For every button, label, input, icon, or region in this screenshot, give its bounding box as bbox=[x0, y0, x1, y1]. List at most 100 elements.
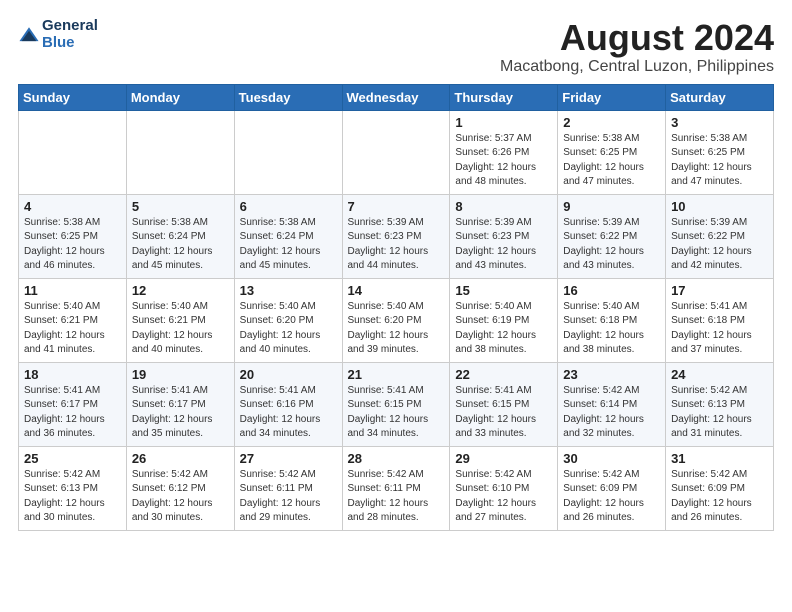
day-info: Sunrise: 5:41 AMSunset: 6:15 PMDaylight:… bbox=[348, 384, 445, 442]
day-number: 22 bbox=[455, 367, 552, 382]
day-info: Sunrise: 5:38 AMSunset: 6:25 PMDaylight:… bbox=[671, 132, 768, 190]
table-row: 8 Sunrise: 5:39 AMSunset: 6:23 PMDaylight… bbox=[450, 194, 558, 278]
day-info: Sunrise: 5:39 AMSunset: 6:23 PMDaylight:… bbox=[455, 216, 552, 274]
logo-general: General bbox=[42, 18, 98, 35]
day-info: Sunrise: 5:38 AMSunset: 6:25 PMDaylight:… bbox=[24, 216, 121, 274]
day-info: Sunrise: 5:41 AMSunset: 6:16 PMDaylight:… bbox=[240, 384, 337, 442]
table-row: 19Sunrise: 5:41 AMSunset: 6:17 PMDayligh… bbox=[126, 362, 234, 446]
day-info: Sunrise: 5:39 AMSunset: 6:22 PMDaylight:… bbox=[563, 216, 660, 274]
day-info: Sunrise: 5:41 AMSunset: 6:15 PMDaylight:… bbox=[455, 384, 552, 442]
day-number: 20 bbox=[240, 367, 337, 382]
table-row: 20 Sunrise: 5:41 AMSunset: 6:16 PMDayligh… bbox=[234, 362, 342, 446]
day-info: Sunrise: 5:39 AMSunset: 6:22 PMDaylight:… bbox=[671, 216, 768, 274]
day-info: Sunrise: 5:40 AMSunset: 6:21 PMDaylight:… bbox=[132, 300, 229, 358]
day-number: 4 bbox=[24, 199, 121, 214]
day-number: 18 bbox=[24, 367, 121, 382]
logo-blue: Blue bbox=[42, 35, 98, 52]
table-row: 16 Sunrise: 5:40 AMSunset: 6:18 PMDayligh… bbox=[558, 278, 666, 362]
day-info: Sunrise: 5:42 AMSunset: 6:09 PMDaylight:… bbox=[563, 468, 660, 526]
day-number: 29 bbox=[455, 451, 552, 466]
col-sunday: Sunday bbox=[19, 84, 127, 110]
table-row bbox=[126, 110, 234, 194]
table-row: 3Sunrise: 5:38 AMSunset: 6:25 PMDaylight… bbox=[666, 110, 774, 194]
table-row: 2Sunrise: 5:38 AMSunset: 6:25 PMDaylight… bbox=[558, 110, 666, 194]
table-row: 23 Sunrise: 5:42 AMSunset: 6:14 PMDayligh… bbox=[558, 362, 666, 446]
table-row: 11 Sunrise: 5:40 AMSunset: 6:21 PMDayligh… bbox=[19, 278, 127, 362]
table-row: 4 Sunrise: 5:38 AMSunset: 6:25 PMDaylight… bbox=[19, 194, 127, 278]
day-info: Sunrise: 5:42 AMSunset: 6:14 PMDaylight:… bbox=[563, 384, 660, 442]
logo-icon bbox=[18, 25, 40, 47]
col-thursday: Thursday bbox=[450, 84, 558, 110]
calendar-title: August 2024 bbox=[500, 18, 774, 58]
day-number: 5 bbox=[132, 199, 229, 214]
title-area: August 2024 Macatbong, Central Luzon, Ph… bbox=[500, 18, 774, 76]
logo-area: General Blue bbox=[18, 18, 98, 51]
day-info: Sunrise: 5:40 AMSunset: 6:21 PMDaylight:… bbox=[24, 300, 121, 358]
page: General Blue August 2024 Macatbong, Cent… bbox=[0, 0, 792, 543]
day-info: Sunrise: 5:42 AMSunset: 6:13 PMDaylight:… bbox=[24, 468, 121, 526]
day-info: Sunrise: 5:42 AMSunset: 6:13 PMDaylight:… bbox=[671, 384, 768, 442]
day-number: 1 bbox=[455, 115, 552, 130]
table-row: 1 Sunrise: 5:37 AMSunset: 6:26 PMDaylight… bbox=[450, 110, 558, 194]
day-number: 27 bbox=[240, 451, 337, 466]
table-row: 12 Sunrise: 5:40 AMSunset: 6:21 PMDayligh… bbox=[126, 278, 234, 362]
table-row: 10 Sunrise: 5:39 AMSunset: 6:22 PMDayligh… bbox=[666, 194, 774, 278]
calendar-table: Sunday Monday Tuesday Wednesday Thursday… bbox=[18, 84, 774, 531]
day-info: Sunrise: 5:42 AMSunset: 6:11 PMDaylight:… bbox=[348, 468, 445, 526]
day-number: 12 bbox=[132, 283, 229, 298]
day-info: Sunrise: 5:37 AMSunset: 6:26 PMDaylight:… bbox=[455, 132, 552, 190]
calendar-week-row: 1 Sunrise: 5:37 AMSunset: 6:26 PMDaylight… bbox=[19, 110, 774, 194]
day-info: Sunrise: 5:40 AMSunset: 6:20 PMDaylight:… bbox=[240, 300, 337, 358]
day-number: 23 bbox=[563, 367, 660, 382]
day-number: 9 bbox=[563, 199, 660, 214]
table-row: 6Sunrise: 5:38 AMSunset: 6:24 PMDaylight… bbox=[234, 194, 342, 278]
day-number: 16 bbox=[563, 283, 660, 298]
table-row: 9 Sunrise: 5:39 AMSunset: 6:22 PMDaylight… bbox=[558, 194, 666, 278]
table-row: 13 Sunrise: 5:40 AMSunset: 6:20 PMDayligh… bbox=[234, 278, 342, 362]
day-info: Sunrise: 5:38 AMSunset: 6:24 PMDaylight:… bbox=[132, 216, 229, 274]
calendar-week-row: 25 Sunrise: 5:42 AMSunset: 6:13 PMDayligh… bbox=[19, 446, 774, 530]
calendar-week-row: 18 Sunrise: 5:41 AMSunset: 6:17 PMDayligh… bbox=[19, 362, 774, 446]
table-row: 22 Sunrise: 5:41 AMSunset: 6:15 PMDayligh… bbox=[450, 362, 558, 446]
table-row: 29Sunrise: 5:42 AMSunset: 6:10 PMDayligh… bbox=[450, 446, 558, 530]
day-info: Sunrise: 5:40 AMSunset: 6:20 PMDaylight:… bbox=[348, 300, 445, 358]
day-number: 6 bbox=[240, 199, 337, 214]
day-info: Sunrise: 5:41 AMSunset: 6:17 PMDaylight:… bbox=[132, 384, 229, 442]
day-info: Sunrise: 5:42 AMSunset: 6:09 PMDaylight:… bbox=[671, 468, 768, 526]
header: General Blue August 2024 Macatbong, Cent… bbox=[18, 18, 774, 76]
day-number: 13 bbox=[240, 283, 337, 298]
day-info: Sunrise: 5:41 AMSunset: 6:17 PMDaylight:… bbox=[24, 384, 121, 442]
table-row bbox=[19, 110, 127, 194]
table-row: 14Sunrise: 5:40 AMSunset: 6:20 PMDayligh… bbox=[342, 278, 450, 362]
day-info: Sunrise: 5:42 AMSunset: 6:12 PMDaylight:… bbox=[132, 468, 229, 526]
calendar-header-row: Sunday Monday Tuesday Wednesday Thursday… bbox=[19, 84, 774, 110]
table-row: 21Sunrise: 5:41 AMSunset: 6:15 PMDayligh… bbox=[342, 362, 450, 446]
calendar-subtitle: Macatbong, Central Luzon, Philippines bbox=[500, 58, 774, 76]
day-info: Sunrise: 5:42 AMSunset: 6:11 PMDaylight:… bbox=[240, 468, 337, 526]
logo-text: General Blue bbox=[42, 18, 98, 51]
col-wednesday: Wednesday bbox=[342, 84, 450, 110]
day-number: 8 bbox=[455, 199, 552, 214]
table-row: 17Sunrise: 5:41 AMSunset: 6:18 PMDayligh… bbox=[666, 278, 774, 362]
day-number: 7 bbox=[348, 199, 445, 214]
table-row: 18 Sunrise: 5:41 AMSunset: 6:17 PMDayligh… bbox=[19, 362, 127, 446]
calendar-week-row: 4 Sunrise: 5:38 AMSunset: 6:25 PMDaylight… bbox=[19, 194, 774, 278]
table-row: 15 Sunrise: 5:40 AMSunset: 6:19 PMDayligh… bbox=[450, 278, 558, 362]
day-number: 25 bbox=[24, 451, 121, 466]
table-row: 31 Sunrise: 5:42 AMSunset: 6:09 PMDayligh… bbox=[666, 446, 774, 530]
day-number: 10 bbox=[671, 199, 768, 214]
day-info: Sunrise: 5:38 AMSunset: 6:25 PMDaylight:… bbox=[563, 132, 660, 190]
day-number: 26 bbox=[132, 451, 229, 466]
table-row: 7Sunrise: 5:39 AMSunset: 6:23 PMDaylight… bbox=[342, 194, 450, 278]
day-info: Sunrise: 5:41 AMSunset: 6:18 PMDaylight:… bbox=[671, 300, 768, 358]
table-row: 28 Sunrise: 5:42 AMSunset: 6:11 PMDayligh… bbox=[342, 446, 450, 530]
day-number: 11 bbox=[24, 283, 121, 298]
day-number: 15 bbox=[455, 283, 552, 298]
col-monday: Monday bbox=[126, 84, 234, 110]
col-tuesday: Tuesday bbox=[234, 84, 342, 110]
day-number: 31 bbox=[671, 451, 768, 466]
day-info: Sunrise: 5:40 AMSunset: 6:19 PMDaylight:… bbox=[455, 300, 552, 358]
day-info: Sunrise: 5:40 AMSunset: 6:18 PMDaylight:… bbox=[563, 300, 660, 358]
day-number: 28 bbox=[348, 451, 445, 466]
table-row bbox=[342, 110, 450, 194]
